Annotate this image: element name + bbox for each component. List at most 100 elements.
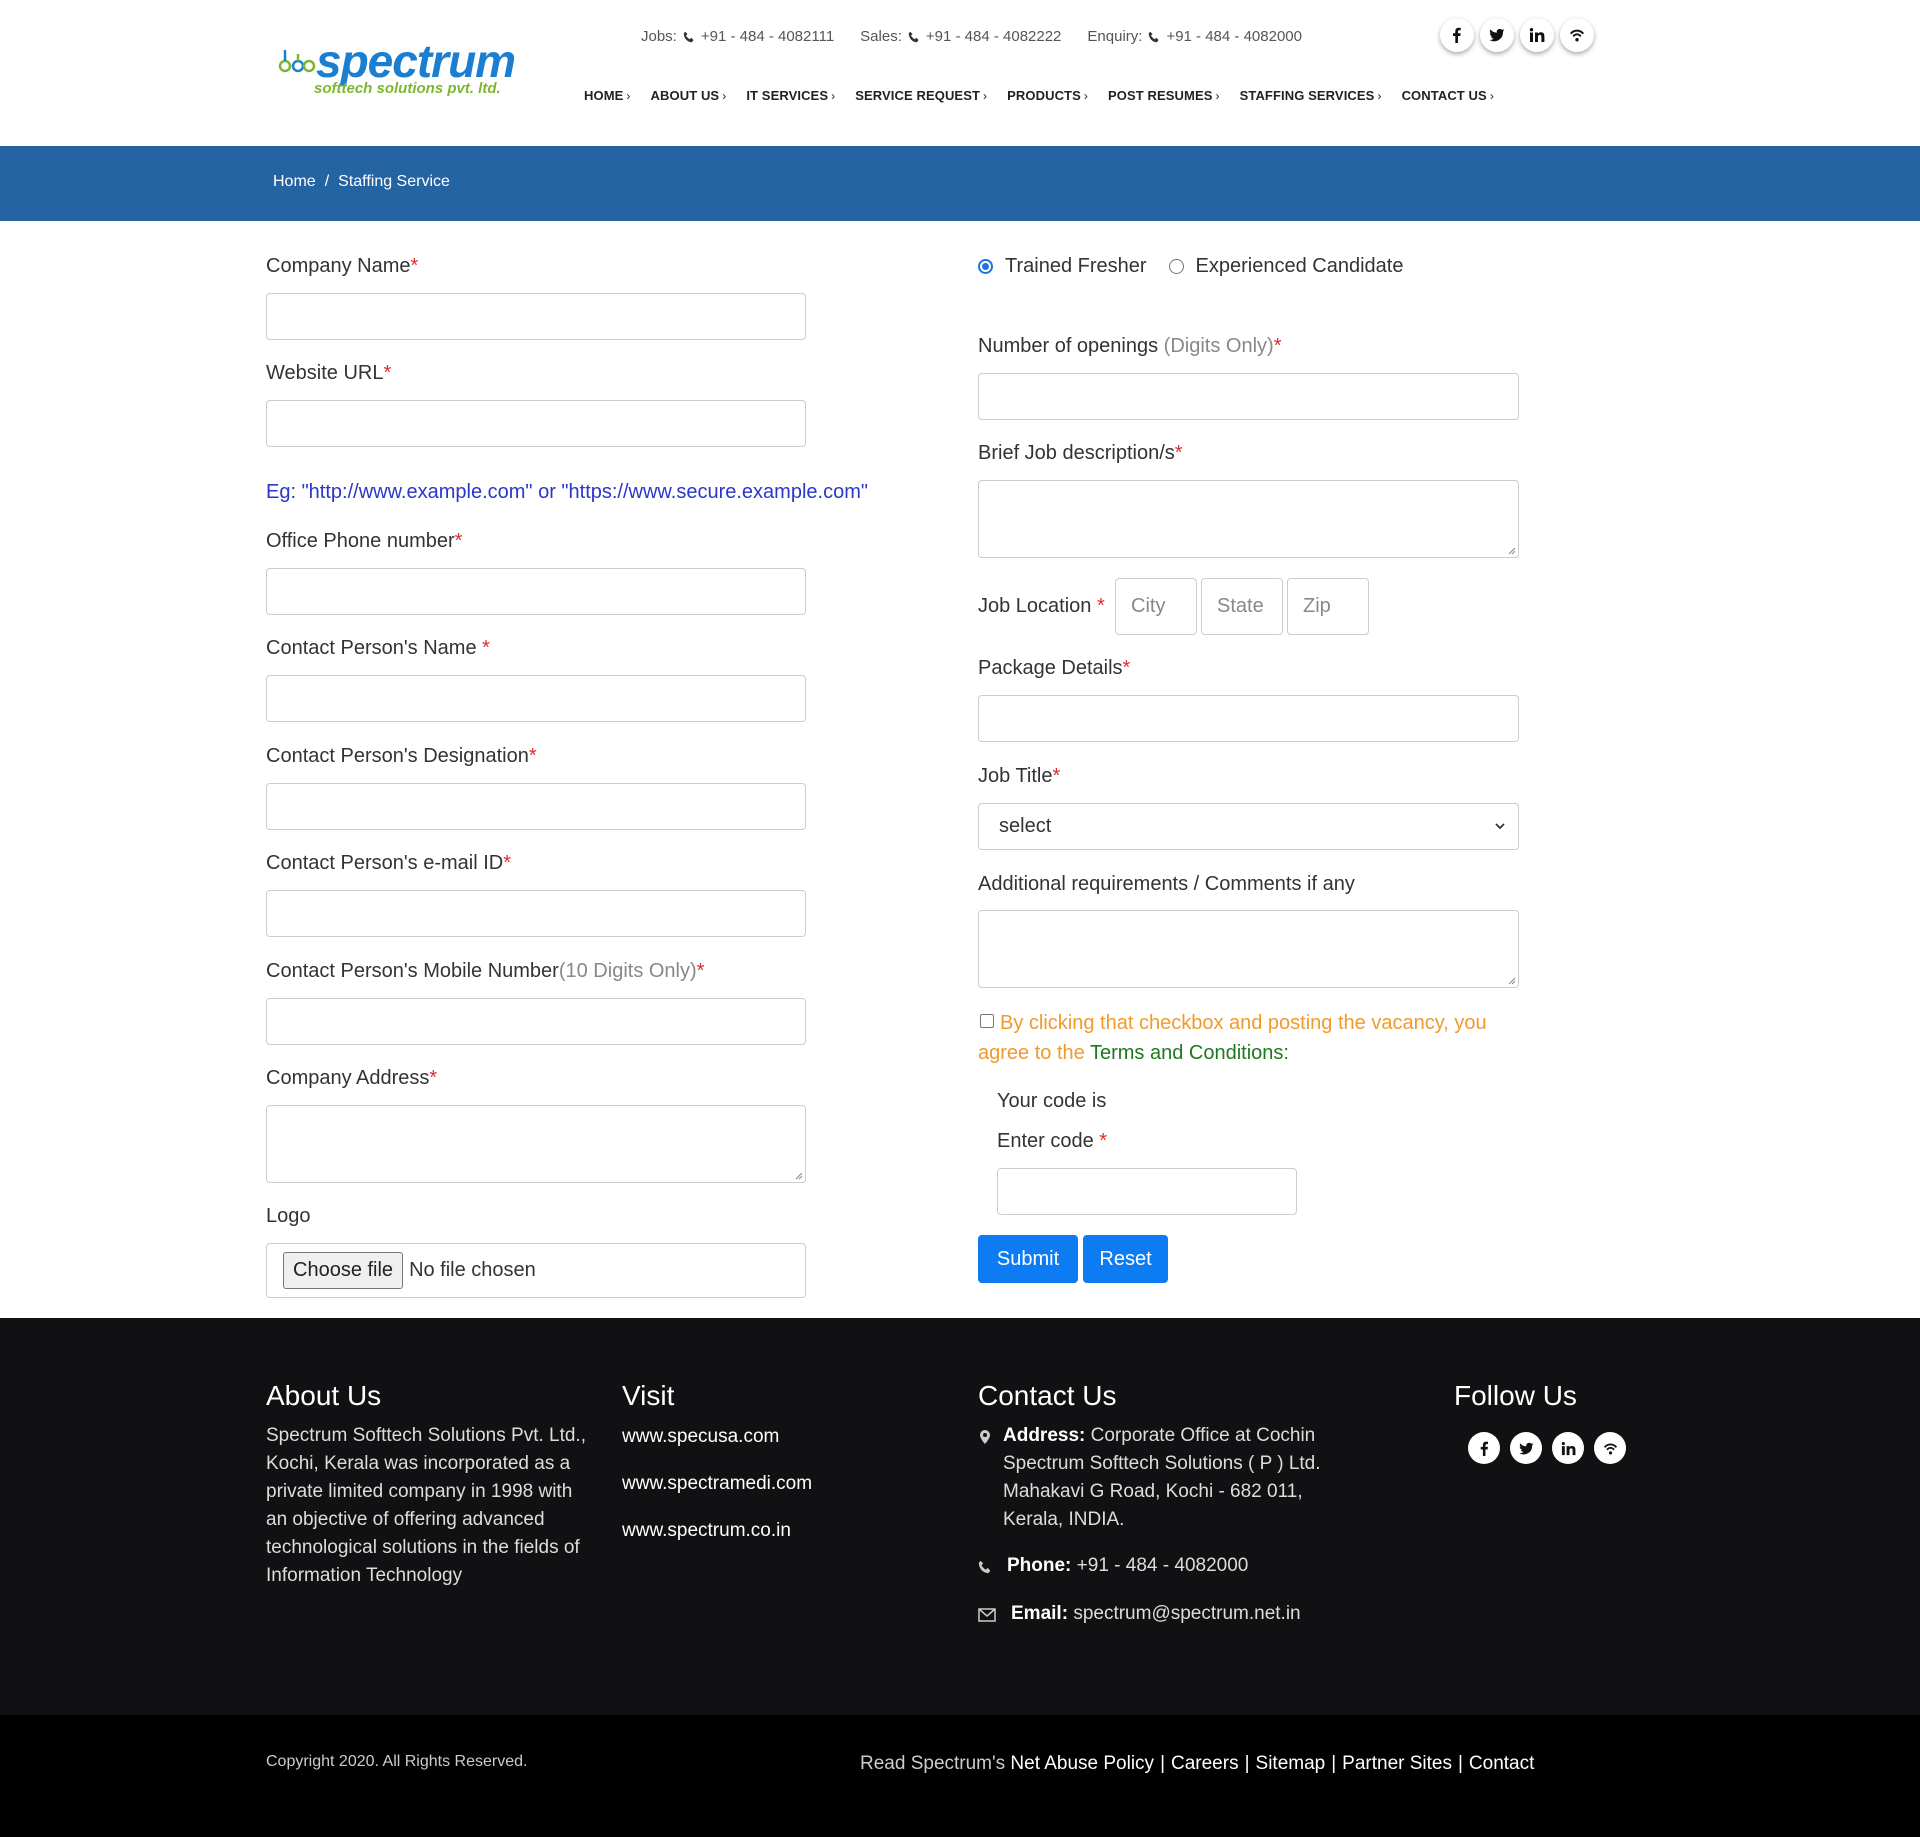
job-title-selected: select [999,815,1052,837]
facebook-icon[interactable] [1468,1432,1500,1464]
submit-button[interactable]: Submit [978,1235,1078,1283]
enquiry-number[interactable]: +91 - 484 - 4082000 [1166,28,1302,45]
jobs-number[interactable]: +91 - 484 - 4082111 [701,28,834,45]
chevron-right-icon: › [626,88,631,103]
resize-handle-icon[interactable] [793,1170,803,1180]
nav-products[interactable]: PRODUCTS › [1007,88,1088,103]
link-separator: | [1457,1753,1463,1774]
website-url-hint: Eg: "http://www.example.com" or "https:/… [266,481,868,503]
link-partner-sites[interactable]: Partner Sites [1342,1753,1452,1774]
comments-textarea[interactable] [978,910,1519,988]
enquiry-label: Enquiry: [1087,28,1143,45]
footer-contact-title: Contact Us [978,1380,1117,1411]
footer-link-spectramedi[interactable]: www.spectramedi.com [622,1473,812,1495]
radio-experienced-candidate[interactable] [1168,259,1184,274]
rss-icon[interactable] [1560,18,1594,52]
linkedin-icon[interactable] [1552,1432,1584,1464]
contact-designation-input[interactable] [266,783,806,830]
link-sitemap[interactable]: Sitemap [1256,1753,1326,1774]
radio-trained-fresher-label[interactable]: Trained Fresher [1005,255,1147,278]
site-header: spectrum softtech solutions pvt. ltd. Jo… [0,0,1920,146]
bottom-bar: Copyright 2020. All Rights Reserved. Rea… [0,1715,1920,1837]
facebook-icon[interactable] [1440,18,1474,52]
radio-trained-fresher[interactable] [978,259,993,274]
package-input[interactable] [978,695,1519,742]
office-phone-input[interactable] [266,568,806,615]
breadcrumb-home[interactable]: Home [273,173,316,191]
main-nav: HOME › ABOUT US › IT SERVICES › SERVICE REQ… [584,88,1494,103]
chevron-right-icon: › [1083,88,1088,103]
nav-service-request-label: SERVICE REQUEST [855,88,981,103]
nav-post-resumes[interactable]: POST RESUMES › [1108,88,1220,103]
required-mark: * [1096,595,1105,617]
link-careers[interactable]: Careers [1171,1753,1239,1774]
contact-mobile-input[interactable] [266,998,806,1045]
nav-staffing-services[interactable]: STAFFING SERVICES › [1240,88,1382,103]
package-label: Package Details* [978,657,1131,679]
address-line-2: Spectrum Softtech Solutions ( P ) Ltd. [1003,1453,1321,1474]
job-title-select[interactable]: select [978,803,1519,850]
nav-about-us[interactable]: ABOUT US › [651,88,727,103]
state-input[interactable]: State [1201,578,1283,635]
linkedin-icon[interactable] [1520,18,1554,52]
reset-button[interactable]: Reset [1083,1235,1168,1283]
footer-phone: Phone: +91 - 484 - 4082000 [1007,1552,1248,1580]
link-contact[interactable]: Contact [1469,1753,1534,1774]
nav-contact-us[interactable]: CONTACT US › [1402,88,1494,103]
contact-designation-label: Contact Person's Designation* [266,745,537,767]
captcha-input[interactable] [997,1168,1297,1215]
website-url-label: Website URL* [266,362,392,384]
choose-file-button[interactable]: Choose file [283,1252,404,1289]
zip-input[interactable]: Zip [1287,578,1369,635]
rss-icon[interactable] [1594,1432,1626,1464]
website-url-input[interactable] [266,400,806,447]
nav-staffing-services-label: STAFFING SERVICES [1239,88,1375,103]
link-net-abuse-policy[interactable]: Net Abuse Policy [1010,1753,1154,1774]
resize-handle-icon[interactable] [1506,975,1516,985]
chevron-right-icon: › [1215,88,1220,103]
agree-terms-text: By clicking that checkbox and posting th… [978,1008,1498,1068]
required-mark: * [1122,657,1131,679]
city-input[interactable]: City [1115,578,1197,635]
company-name-input[interactable] [266,293,806,340]
required-mark: * [696,960,705,982]
openings-input[interactable] [978,373,1519,420]
required-mark: * [429,1067,438,1089]
resize-handle-icon[interactable] [1506,545,1516,555]
phone-label: Phone: [1007,1555,1072,1576]
address-line-1: Corporate Office at Cochin [1090,1425,1316,1446]
footer-about-text: Spectrum Softtech Solutions Pvt. Ltd., K… [266,1425,586,1586]
nav-home[interactable]: HOME › [584,88,631,103]
link-separator: | [1160,1753,1165,1774]
footer-link-specusa[interactable]: www.specusa.com [622,1426,779,1448]
footer-link-spectrum[interactable]: www.spectrum.co.in [622,1520,791,1542]
email-value[interactable]: spectrum@spectrum.net.in [1073,1603,1300,1624]
nav-service-request[interactable]: SERVICE REQUEST › [855,88,987,103]
sales-number[interactable]: +91 - 484 - 4082222 [926,28,1062,45]
logo-file-input[interactable]: Choose file No file chosen [266,1243,806,1298]
contact-email-input[interactable] [266,890,806,937]
twitter-icon[interactable] [1480,18,1514,52]
radio-experienced-candidate-label[interactable]: Experienced Candidate [1196,255,1404,278]
breadcrumb-current: Staffing Service [338,173,450,190]
address-label: Address: [1003,1425,1086,1446]
phone-icon [908,31,919,42]
job-location-label: Job Location * [978,595,1105,617]
terms-link[interactable]: Terms and Conditions: [1090,1042,1289,1064]
nav-it-services[interactable]: IT SERVICES › [746,88,835,103]
contact-name-input[interactable] [266,675,806,722]
footer-about-title: About Us [266,1380,382,1411]
sales-contact: Sales: +91 - 484 - 4082222 [860,28,1061,45]
envelope-icon [978,1608,996,1622]
twitter-icon[interactable] [1510,1432,1542,1464]
required-mark: * [410,255,419,277]
chevron-down-icon [1495,823,1505,830]
company-address-textarea[interactable] [266,1105,806,1183]
job-description-textarea[interactable] [978,480,1519,558]
footer-email: Email: spectrum@spectrum.net.in [1011,1600,1301,1628]
phone-icon [1149,31,1159,42]
jobs-label: Jobs: [641,28,677,45]
phone-value[interactable]: +91 - 484 - 4082000 [1077,1555,1249,1576]
header-contact-strip: Jobs: +91 - 484 - 4082111 Sales: +91 - 4… [641,28,1302,45]
brand-logo[interactable]: spectrum softtech solutions pvt. ltd. [278,35,518,106]
